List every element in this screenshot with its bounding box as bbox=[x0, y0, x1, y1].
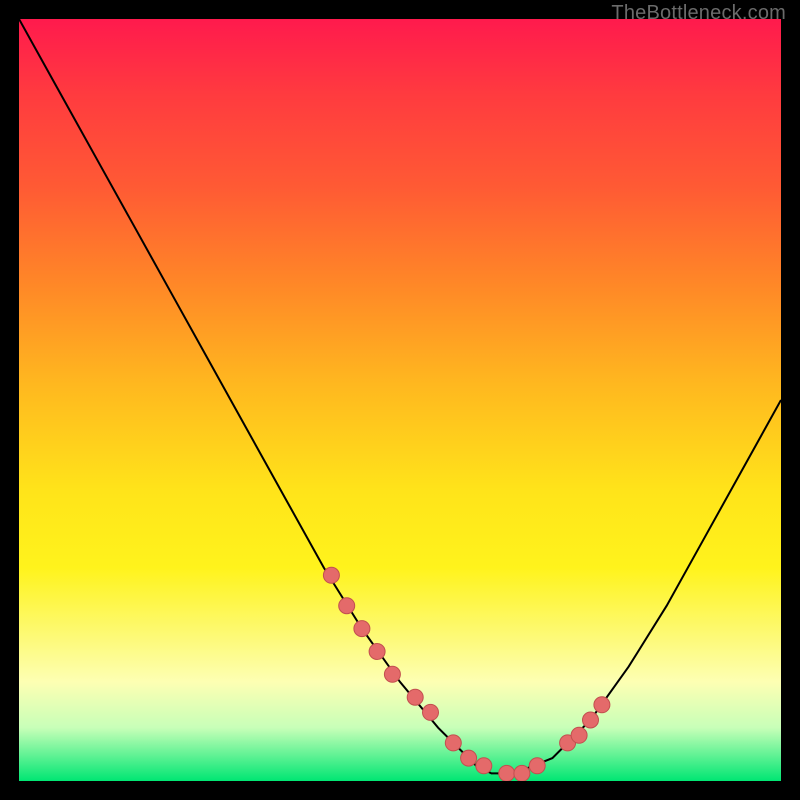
curve-marker bbox=[354, 621, 370, 637]
chart-svg bbox=[19, 19, 781, 781]
curve-marker bbox=[571, 727, 587, 743]
curve-marker bbox=[499, 765, 515, 781]
curve-marker bbox=[369, 644, 385, 660]
watermark-text: TheBottleneck.com bbox=[611, 2, 786, 25]
curve-marker bbox=[423, 704, 439, 720]
curve-marker bbox=[583, 712, 599, 728]
curve-marker bbox=[339, 598, 355, 614]
curve-marker bbox=[323, 567, 339, 583]
curve-marker bbox=[514, 765, 530, 781]
curve-marker bbox=[476, 758, 492, 774]
curve-marker bbox=[445, 735, 461, 751]
curve-marker bbox=[529, 758, 545, 774]
curve-marker bbox=[594, 697, 610, 713]
curve-marker bbox=[461, 750, 477, 766]
curve-marker bbox=[384, 666, 400, 682]
curve-marker bbox=[407, 689, 423, 705]
curve-marker-group bbox=[323, 567, 610, 781]
bottleneck-curve bbox=[19, 19, 781, 773]
